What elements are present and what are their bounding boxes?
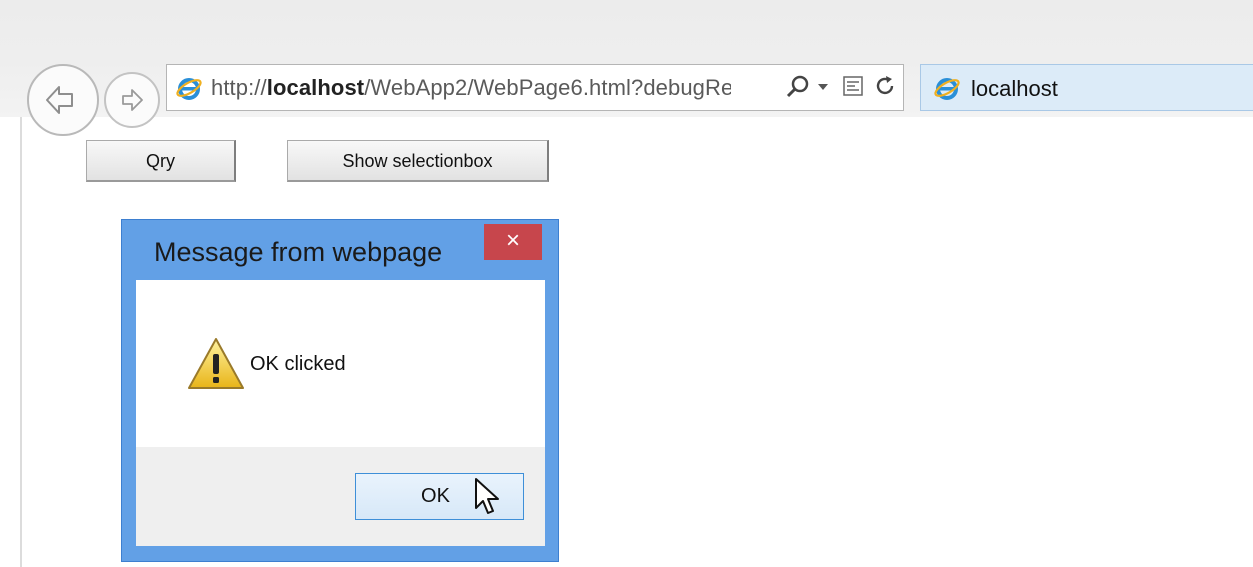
internet-explorer-icon — [176, 78, 202, 100]
dropdown-arrow-icon[interactable] — [817, 81, 829, 93]
close-button[interactable]: × — [484, 224, 542, 260]
forward-button[interactable] — [104, 72, 160, 128]
url-text: http://localhost/WebApp2/WebPage6.html?d… — [211, 75, 731, 100]
show-selectionbox-button[interactable]: Show selectionbox — [287, 140, 549, 182]
mouse-pointer-icon — [475, 478, 499, 514]
search-icon[interactable] — [785, 74, 811, 100]
back-arrow-icon — [46, 86, 73, 114]
warning-icon — [188, 338, 244, 389]
forward-arrow-icon — [122, 89, 143, 111]
qry-button[interactable]: Qry — [86, 140, 236, 182]
tab-title: localhost — [971, 76, 1058, 101]
dialog-body: OK clicked — [136, 280, 545, 447]
refresh-icon[interactable] — [873, 74, 897, 98]
dialog-message: OK clicked — [250, 353, 346, 375]
close-icon: × — [505, 227, 520, 254]
internet-explorer-icon — [934, 78, 960, 100]
back-button[interactable] — [27, 64, 99, 136]
browser-tab[interactable]: localhost — [920, 64, 1253, 111]
address-bar[interactable]: http://localhost/WebApp2/WebPage6.html?d… — [166, 64, 904, 111]
dialog-title: Message from webpage — [154, 237, 443, 267]
compatibility-view-icon[interactable] — [841, 74, 865, 98]
